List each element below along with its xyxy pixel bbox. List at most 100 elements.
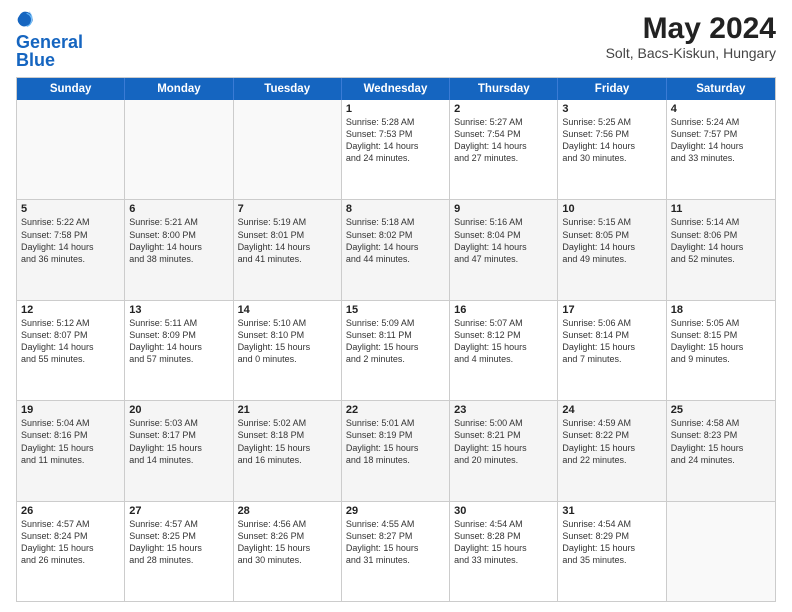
title-block: May 2024 Solt, Bacs-Kiskun, Hungary — [606, 12, 776, 61]
day-details: Sunrise: 5:19 AM Sunset: 8:01 PM Dayligh… — [238, 216, 337, 265]
calendar-cell: 2Sunrise: 5:27 AM Sunset: 7:54 PM Daylig… — [450, 100, 558, 199]
calendar-week-1: 1Sunrise: 5:28 AM Sunset: 7:53 PM Daylig… — [17, 100, 775, 200]
day-number: 16 — [454, 304, 553, 316]
calendar-cell: 9Sunrise: 5:16 AM Sunset: 8:04 PM Daylig… — [450, 200, 558, 299]
day-details: Sunrise: 5:07 AM Sunset: 8:12 PM Dayligh… — [454, 317, 553, 366]
calendar-cell: 22Sunrise: 5:01 AM Sunset: 8:19 PM Dayli… — [342, 401, 450, 500]
calendar-header: SundayMondayTuesdayWednesdayThursdayFrid… — [17, 78, 775, 100]
logo: General Blue — [16, 12, 83, 69]
calendar-body: 1Sunrise: 5:28 AM Sunset: 7:53 PM Daylig… — [17, 100, 775, 601]
calendar-week-4: 19Sunrise: 5:04 AM Sunset: 8:16 PM Dayli… — [17, 401, 775, 501]
calendar-cell: 16Sunrise: 5:07 AM Sunset: 8:12 PM Dayli… — [450, 301, 558, 400]
calendar-cell: 27Sunrise: 4:57 AM Sunset: 8:25 PM Dayli… — [125, 502, 233, 601]
day-header-saturday: Saturday — [667, 78, 775, 100]
calendar-cell: 10Sunrise: 5:15 AM Sunset: 8:05 PM Dayli… — [558, 200, 666, 299]
day-details: Sunrise: 5:24 AM Sunset: 7:57 PM Dayligh… — [671, 116, 771, 165]
page-subtitle: Solt, Bacs-Kiskun, Hungary — [606, 45, 776, 61]
day-number: 30 — [454, 505, 553, 517]
day-details: Sunrise: 5:10 AM Sunset: 8:10 PM Dayligh… — [238, 317, 337, 366]
day-number: 1 — [346, 103, 445, 115]
day-details: Sunrise: 5:05 AM Sunset: 8:15 PM Dayligh… — [671, 317, 771, 366]
day-details: Sunrise: 4:56 AM Sunset: 8:26 PM Dayligh… — [238, 518, 337, 567]
day-number: 3 — [562, 103, 661, 115]
calendar-week-5: 26Sunrise: 4:57 AM Sunset: 8:24 PM Dayli… — [17, 502, 775, 601]
page-title: May 2024 — [606, 12, 776, 45]
calendar-cell: 14Sunrise: 5:10 AM Sunset: 8:10 PM Dayli… — [234, 301, 342, 400]
day-details: Sunrise: 4:58 AM Sunset: 8:23 PM Dayligh… — [671, 417, 771, 466]
calendar-cell: 25Sunrise: 4:58 AM Sunset: 8:23 PM Dayli… — [667, 401, 775, 500]
day-number: 28 — [238, 505, 337, 517]
day-details: Sunrise: 5:12 AM Sunset: 8:07 PM Dayligh… — [21, 317, 120, 366]
day-details: Sunrise: 4:54 AM Sunset: 8:28 PM Dayligh… — [454, 518, 553, 567]
calendar-cell: 12Sunrise: 5:12 AM Sunset: 8:07 PM Dayli… — [17, 301, 125, 400]
calendar-cell — [667, 502, 775, 601]
calendar-cell: 30Sunrise: 4:54 AM Sunset: 8:28 PM Dayli… — [450, 502, 558, 601]
day-details: Sunrise: 5:01 AM Sunset: 8:19 PM Dayligh… — [346, 417, 445, 466]
calendar-week-2: 5Sunrise: 5:22 AM Sunset: 7:58 PM Daylig… — [17, 200, 775, 300]
logo-icon — [16, 10, 34, 28]
calendar-cell: 17Sunrise: 5:06 AM Sunset: 8:14 PM Dayli… — [558, 301, 666, 400]
calendar-cell: 11Sunrise: 5:14 AM Sunset: 8:06 PM Dayli… — [667, 200, 775, 299]
day-number: 17 — [562, 304, 661, 316]
day-number: 2 — [454, 103, 553, 115]
calendar-cell: 18Sunrise: 5:05 AM Sunset: 8:15 PM Dayli… — [667, 301, 775, 400]
day-number: 10 — [562, 203, 661, 215]
day-number: 27 — [129, 505, 228, 517]
day-number: 4 — [671, 103, 771, 115]
calendar-cell — [125, 100, 233, 199]
day-details: Sunrise: 5:02 AM Sunset: 8:18 PM Dayligh… — [238, 417, 337, 466]
calendar-week-3: 12Sunrise: 5:12 AM Sunset: 8:07 PM Dayli… — [17, 301, 775, 401]
day-number: 20 — [129, 404, 228, 416]
day-details: Sunrise: 5:21 AM Sunset: 8:00 PM Dayligh… — [129, 216, 228, 265]
calendar-cell: 28Sunrise: 4:56 AM Sunset: 8:26 PM Dayli… — [234, 502, 342, 601]
calendar-cell — [234, 100, 342, 199]
logo-text: General Blue — [16, 33, 83, 69]
calendar-cell: 15Sunrise: 5:09 AM Sunset: 8:11 PM Dayli… — [342, 301, 450, 400]
day-details: Sunrise: 5:15 AM Sunset: 8:05 PM Dayligh… — [562, 216, 661, 265]
day-number: 12 — [21, 304, 120, 316]
day-details: Sunrise: 4:57 AM Sunset: 8:24 PM Dayligh… — [21, 518, 120, 567]
day-number: 26 — [21, 505, 120, 517]
day-number: 22 — [346, 404, 445, 416]
day-header-tuesday: Tuesday — [234, 78, 342, 100]
day-details: Sunrise: 5:03 AM Sunset: 8:17 PM Dayligh… — [129, 417, 228, 466]
day-details: Sunrise: 5:28 AM Sunset: 7:53 PM Dayligh… — [346, 116, 445, 165]
day-details: Sunrise: 4:54 AM Sunset: 8:29 PM Dayligh… — [562, 518, 661, 567]
day-number: 21 — [238, 404, 337, 416]
calendar-cell: 31Sunrise: 4:54 AM Sunset: 8:29 PM Dayli… — [558, 502, 666, 601]
calendar-cell: 20Sunrise: 5:03 AM Sunset: 8:17 PM Dayli… — [125, 401, 233, 500]
day-details: Sunrise: 5:25 AM Sunset: 7:56 PM Dayligh… — [562, 116, 661, 165]
day-number: 23 — [454, 404, 553, 416]
day-number: 19 — [21, 404, 120, 416]
day-details: Sunrise: 5:27 AM Sunset: 7:54 PM Dayligh… — [454, 116, 553, 165]
day-number: 8 — [346, 203, 445, 215]
header: General Blue May 2024 Solt, Bacs-Kiskun,… — [16, 12, 776, 69]
calendar-cell: 23Sunrise: 5:00 AM Sunset: 8:21 PM Dayli… — [450, 401, 558, 500]
day-number: 7 — [238, 203, 337, 215]
day-number: 25 — [671, 404, 771, 416]
day-header-monday: Monday — [125, 78, 233, 100]
day-number: 31 — [562, 505, 661, 517]
calendar-cell: 19Sunrise: 5:04 AM Sunset: 8:16 PM Dayli… — [17, 401, 125, 500]
day-number: 11 — [671, 203, 771, 215]
day-details: Sunrise: 5:18 AM Sunset: 8:02 PM Dayligh… — [346, 216, 445, 265]
day-details: Sunrise: 4:57 AM Sunset: 8:25 PM Dayligh… — [129, 518, 228, 567]
day-details: Sunrise: 5:00 AM Sunset: 8:21 PM Dayligh… — [454, 417, 553, 466]
day-header-sunday: Sunday — [17, 78, 125, 100]
calendar-cell: 21Sunrise: 5:02 AM Sunset: 8:18 PM Dayli… — [234, 401, 342, 500]
day-number: 6 — [129, 203, 228, 215]
day-header-thursday: Thursday — [450, 78, 558, 100]
day-header-friday: Friday — [558, 78, 666, 100]
day-number: 29 — [346, 505, 445, 517]
calendar: SundayMondayTuesdayWednesdayThursdayFrid… — [16, 77, 776, 602]
day-number: 13 — [129, 304, 228, 316]
day-details: Sunrise: 5:06 AM Sunset: 8:14 PM Dayligh… — [562, 317, 661, 366]
calendar-cell: 3Sunrise: 5:25 AM Sunset: 7:56 PM Daylig… — [558, 100, 666, 199]
calendar-cell: 8Sunrise: 5:18 AM Sunset: 8:02 PM Daylig… — [342, 200, 450, 299]
calendar-cell: 6Sunrise: 5:21 AM Sunset: 8:00 PM Daylig… — [125, 200, 233, 299]
day-number: 9 — [454, 203, 553, 215]
calendar-cell: 5Sunrise: 5:22 AM Sunset: 7:58 PM Daylig… — [17, 200, 125, 299]
calendar-cell: 29Sunrise: 4:55 AM Sunset: 8:27 PM Dayli… — [342, 502, 450, 601]
calendar-cell: 4Sunrise: 5:24 AM Sunset: 7:57 PM Daylig… — [667, 100, 775, 199]
day-details: Sunrise: 5:04 AM Sunset: 8:16 PM Dayligh… — [21, 417, 120, 466]
